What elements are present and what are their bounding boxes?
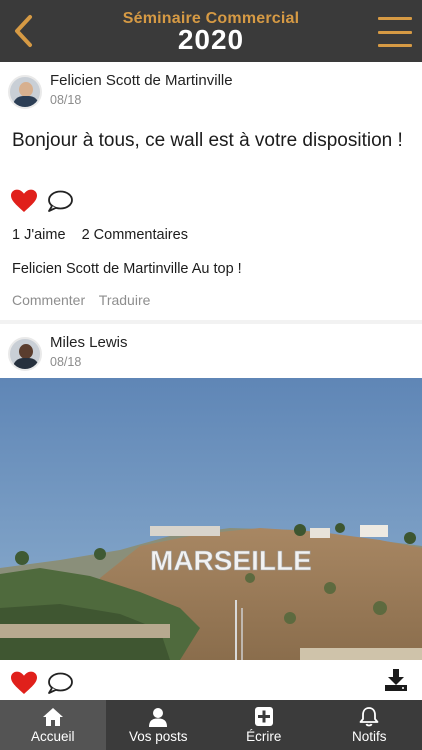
heart-icon[interactable] [10, 671, 38, 695]
hamburger-line [378, 30, 412, 34]
tab-label: Notifs [351, 729, 387, 744]
home-icon [42, 708, 63, 726]
hamburger-menu-icon [378, 17, 412, 20]
comments-count[interactable]: 2 Commentaires [82, 227, 188, 243]
tab-notifs[interactable]: Notifs [317, 700, 422, 750]
hamburger-line [378, 44, 412, 47]
marseille-sign: MARSEILLE [150, 545, 312, 576]
post-author-row: Miles Lewis 08/18 [8, 334, 128, 374]
heart-icon[interactable] [10, 189, 38, 213]
avatar[interactable] [8, 337, 42, 371]
comment-text: Au top ! [191, 261, 242, 277]
comment-bubble-icon[interactable] [46, 189, 74, 213]
menu-button[interactable] [378, 17, 412, 47]
post-author-row: Felicien Scott de Martinville 08/18 [8, 72, 233, 112]
event-year: 2020 [177, 24, 245, 55]
likes-count[interactable]: 1 J'aime [12, 227, 66, 243]
avatar-body [13, 358, 39, 369]
post-date: 08/18 [50, 93, 82, 107]
avatar-head [19, 344, 33, 359]
avatar-head [19, 82, 33, 97]
bottom-tab-bar: Accueil Vos posts Écrire Notifs [0, 700, 422, 750]
app-header: Séminaire Commercial 2020 [0, 0, 422, 62]
plus-square-icon [254, 707, 273, 726]
post-author-name[interactable]: Miles Lewis [50, 334, 128, 351]
avatar-body [13, 96, 39, 107]
translate-link[interactable]: Traduire [99, 292, 151, 308]
post-photo[interactable]: MARSEILLE [0, 378, 422, 660]
marseille-hillside-photo: MARSEILLE [0, 378, 422, 660]
avatar[interactable] [8, 75, 42, 109]
post-actions [10, 670, 82, 696]
bell-icon [359, 707, 379, 727]
tab-label: Accueil [30, 729, 75, 744]
post-card: Miles Lewis 08/18 MARSEILLE [0, 324, 422, 700]
tab-label: Écrire [246, 729, 282, 744]
tab-accueil[interactable]: Accueil [0, 700, 106, 750]
post-author-name[interactable]: Felicien Scott de Martinville [50, 72, 233, 89]
post-date: 08/18 [50, 355, 82, 369]
tab-ecrire[interactable]: Écrire [211, 700, 317, 750]
comment-bubble-icon[interactable] [46, 671, 74, 695]
tab-vos-posts[interactable]: Vos posts [106, 700, 212, 750]
comment-author[interactable]: Felicien Scott de Martinville [12, 261, 189, 277]
post-text: Bonjour à tous, ce wall est à votre disp… [12, 130, 403, 151]
comment-link[interactable]: Commenter [12, 292, 85, 308]
post-card: Felicien Scott de Martinville 08/18 Bonj… [0, 62, 422, 320]
wall-feed[interactable]: Felicien Scott de Martinville 08/18 Bonj… [0, 62, 422, 700]
post-actions [10, 188, 82, 214]
tab-label: Vos posts [128, 729, 188, 744]
app-screen: Séminaire Commercial 2020 Felicien Scott… [0, 0, 422, 750]
post-links: Commenter Traduire [12, 292, 160, 308]
comment-preview: Felicien Scott de Martinville Au top ! [12, 261, 242, 277]
user-icon [149, 708, 168, 727]
download-icon[interactable] [384, 668, 408, 692]
post-counts: 1 J'aime 2 Commentaires [12, 227, 200, 243]
